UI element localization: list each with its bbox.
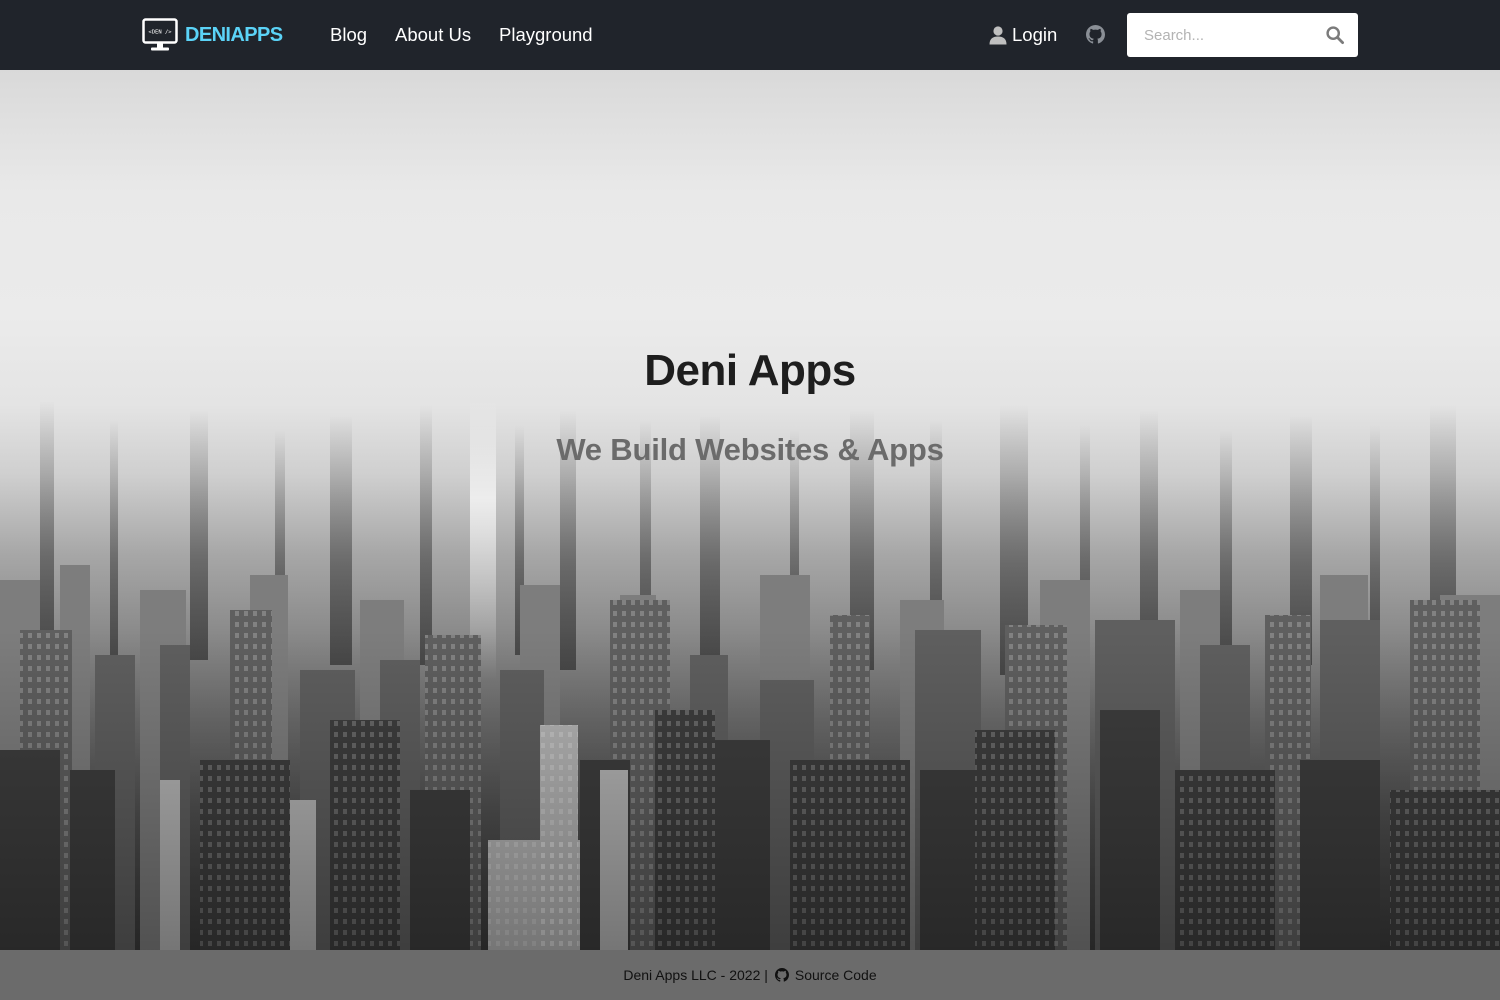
hero-title: Deni Apps xyxy=(644,346,856,395)
city-skyline-background xyxy=(0,400,1500,950)
footer: Deni Apps LLC - 2022 | Source Code xyxy=(0,950,1500,1000)
search-icon[interactable] xyxy=(1325,25,1345,45)
source-code-link[interactable]: Source Code xyxy=(795,967,877,983)
github-icon[interactable] xyxy=(1086,25,1105,44)
hero-section: Deni Apps We Build Websites & Apps xyxy=(0,70,1500,950)
hero-subtitle: We Build Websites & Apps xyxy=(556,432,944,467)
nav-link-about-us[interactable]: About Us xyxy=(395,23,471,47)
search-input[interactable] xyxy=(1127,13,1317,57)
brand-logo-link[interactable]: <DEN /> DENIAPPS xyxy=(142,18,283,52)
login-button[interactable]: Login xyxy=(988,23,1057,47)
brand-name: DENIAPPS xyxy=(185,23,283,46)
monitor-logo-text: <DEN /> xyxy=(148,30,172,36)
login-label: Login xyxy=(1012,24,1058,45)
nav-link-playground[interactable]: Playground xyxy=(499,23,593,47)
footer-copyright: Deni Apps LLC - 2022 | xyxy=(623,967,768,983)
navbar: <DEN /> DENIAPPS Blog About Us Playgroun… xyxy=(0,0,1500,70)
nav-link-blog[interactable]: Blog xyxy=(330,23,367,47)
user-icon xyxy=(989,26,1007,45)
monitor-logo-icon: <DEN /> xyxy=(142,18,178,51)
github-icon xyxy=(774,968,789,982)
search-box xyxy=(1127,13,1358,57)
